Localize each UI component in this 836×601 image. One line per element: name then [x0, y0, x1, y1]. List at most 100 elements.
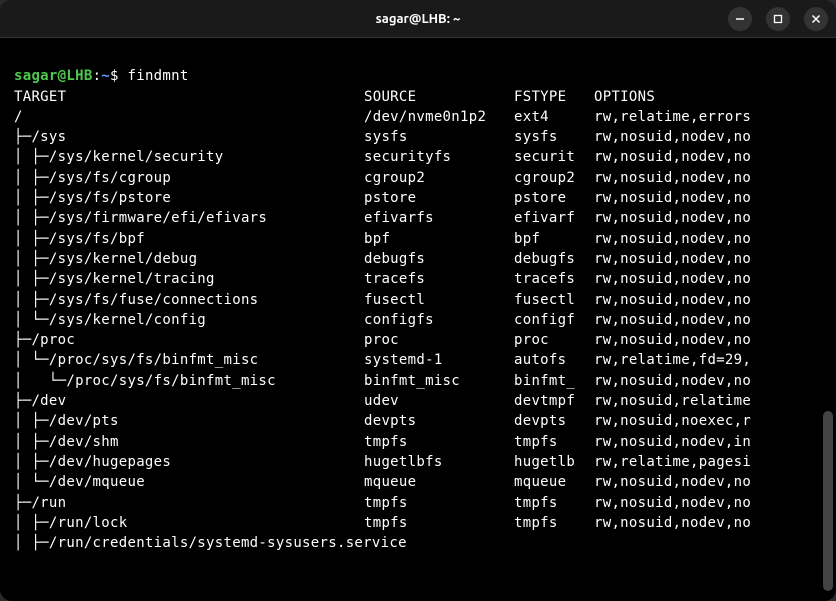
- maximize-button[interactable]: [766, 7, 790, 31]
- cell-fstype: securit: [514, 147, 594, 167]
- cell-source: tracefs: [364, 269, 514, 289]
- cell-target: ├─/sys: [14, 127, 364, 147]
- cell-target: │ ├─/sys/fs/fuse/connections: [14, 290, 364, 310]
- cell-source: debugfs: [364, 249, 514, 269]
- cell-source: devpts: [364, 411, 514, 431]
- output-row: │ ├─/sys/fs/fuse/connectionsfusectlfusec…: [14, 290, 822, 310]
- cell-target: /: [14, 107, 364, 127]
- header-fstype: FSTYPE: [514, 87, 594, 107]
- output-row: │ ├─/run/locktmpfstmpfsrw,nosuid,nodev,n…: [14, 513, 822, 533]
- cell-fstype: proc: [514, 330, 594, 350]
- maximize-icon: [773, 14, 783, 24]
- cell-options: rw,nosuid,nodev,no: [594, 188, 822, 208]
- cell-target: │ ├─/sys/firmware/efi/efivars: [14, 208, 364, 228]
- cell-source: systemd-1: [364, 350, 514, 370]
- cell-options: rw,nosuid,nodev,no: [594, 310, 822, 330]
- output-row: ├─/devudevdevtmpfrw,nosuid,relatime: [14, 391, 822, 411]
- window-controls: [728, 7, 828, 31]
- cell-options: rw,relatime,errors: [594, 107, 822, 127]
- cell-fstype: debugfs: [514, 249, 594, 269]
- prompt-colon: :: [93, 68, 102, 84]
- cell-fstype: efivarf: [514, 208, 594, 228]
- cell-source: /dev/nvme0n1p2: [364, 107, 514, 127]
- cell-fstype: hugetlb: [514, 452, 594, 472]
- cell-fstype: binfmt_: [514, 371, 594, 391]
- output-row: ├─/procprocprocrw,nosuid,nodev,no: [14, 330, 822, 350]
- cell-fstype: sysfs: [514, 127, 594, 147]
- header-source: SOURCE: [364, 87, 514, 107]
- cell-target: │ └─/proc/sys/fs/binfmt_misc: [14, 350, 364, 370]
- cell-source: proc: [364, 330, 514, 350]
- cell-target: │ ├─/sys/fs/pstore: [14, 188, 364, 208]
- cell-target: ├─/dev: [14, 391, 364, 411]
- output-row: │ ├─/sys/fs/pstorepstorepstorerw,nosuid,…: [14, 188, 822, 208]
- close-icon: [811, 14, 821, 24]
- cell-source: configfs: [364, 310, 514, 330]
- cell-options: rw,nosuid,noexec,r: [594, 411, 822, 431]
- output-row: //dev/nvme0n1p2ext4rw,relatime,errors: [14, 107, 822, 127]
- cell-target: │ └─/dev/mqueue: [14, 472, 364, 492]
- cell-options: rw,nosuid,relatime: [594, 391, 822, 411]
- cell-source: efivarfs: [364, 208, 514, 228]
- cell-options: rw,nosuid,nodev,no: [594, 472, 822, 492]
- output-row: │ ├─/sys/fs/bpfbpfbpfrw,nosuid,nodev,no: [14, 229, 822, 249]
- output-row: │ ├─/dev/hugepageshugetlbfshugetlbrw,rel…: [14, 452, 822, 472]
- cell-fstype: [514, 533, 594, 553]
- output-row: │ ├─/sys/firmware/efi/efivarsefivarfsefi…: [14, 208, 822, 228]
- cell-fstype: mqueue: [514, 472, 594, 492]
- cell-source: hugetlbfs: [364, 452, 514, 472]
- cell-target: │ ├─/run/lock: [14, 513, 364, 533]
- cell-target: ├─/proc: [14, 330, 364, 350]
- command-text: findmnt: [128, 68, 189, 84]
- cell-fstype: configf: [514, 310, 594, 330]
- prompt-path: ~: [101, 68, 110, 84]
- output-row: │ └─/proc/sys/fs/binfmt_miscbinfmt_miscb…: [14, 371, 822, 391]
- output-row: ├─/syssysfssysfsrw,nosuid,nodev,no: [14, 127, 822, 147]
- output-row: │ ├─/sys/kernel/tracingtracefstracefsrw,…: [14, 269, 822, 289]
- terminal-body[interactable]: sagar@LHB:~$ findmnt TARGETSOURCEFSTYPEO…: [0, 38, 836, 601]
- cell-source: cgroup2: [364, 168, 514, 188]
- cell-target: │ ├─/sys/kernel/security: [14, 147, 364, 167]
- titlebar: sagar@LHB: ~: [0, 0, 836, 38]
- cell-options: rw,relatime,pagesi: [594, 452, 822, 472]
- close-button[interactable]: [804, 7, 828, 31]
- terminal-window: sagar@LHB: ~ sagar@LHB:~$ findmnt TARGET…: [0, 0, 836, 601]
- cell-options: rw,nosuid,nodev,no: [594, 208, 822, 228]
- cell-fstype: fusectl: [514, 290, 594, 310]
- cell-fstype: devtmpf: [514, 391, 594, 411]
- output-row: │ ├─/dev/ptsdevptsdevptsrw,nosuid,noexec…: [14, 411, 822, 431]
- header-row: TARGETSOURCEFSTYPEOPTIONS: [14, 87, 822, 107]
- cell-target: │ ├─/dev/hugepages: [14, 452, 364, 472]
- cell-options: rw,nosuid,nodev,no: [594, 249, 822, 269]
- output-row: │ ├─/sys/fs/cgroupcgroup2cgroup2rw,nosui…: [14, 168, 822, 188]
- output-row: │ ├─/sys/kernel/debugdebugfsdebugfsrw,no…: [14, 249, 822, 269]
- cell-source: pstore: [364, 188, 514, 208]
- cell-target: │ └─/proc/sys/fs/binfmt_misc: [14, 371, 364, 391]
- output-row: │ ├─/run/credentials/systemd-sysusers.se…: [14, 533, 822, 553]
- cell-fstype: tmpfs: [514, 513, 594, 533]
- cell-source: securityfs: [364, 147, 514, 167]
- cell-options: rw,nosuid,nodev,no: [594, 290, 822, 310]
- prompt-user: sagar@LHB: [14, 68, 93, 84]
- cell-fstype: tmpfs: [514, 432, 594, 452]
- cell-fstype: cgroup2: [514, 168, 594, 188]
- cell-target: │ ├─/sys/fs/bpf: [14, 229, 364, 249]
- cell-fstype: autofs: [514, 350, 594, 370]
- cell-fstype: devpts: [514, 411, 594, 431]
- header-target: TARGET: [14, 87, 364, 107]
- cell-target: │ ├─/sys/kernel/debug: [14, 249, 364, 269]
- cell-source: sysfs: [364, 127, 514, 147]
- cell-options: rw,nosuid,nodev,no: [594, 493, 822, 513]
- scrollbar[interactable]: [823, 411, 833, 591]
- cell-options: rw,nosuid,nodev,no: [594, 330, 822, 350]
- output-row: │ ├─/dev/shmtmpfstmpfsrw,nosuid,nodev,in: [14, 432, 822, 452]
- cell-source: fusectl: [364, 290, 514, 310]
- prompt-dollar: $: [110, 68, 127, 84]
- cell-fstype: ext4: [514, 107, 594, 127]
- minimize-button[interactable]: [728, 7, 752, 31]
- cell-fstype: tracefs: [514, 269, 594, 289]
- header-options: OPTIONS: [594, 87, 822, 107]
- cell-options: rw,nosuid,nodev,no: [594, 269, 822, 289]
- cell-target: ├─/run: [14, 493, 364, 513]
- cell-options: rw,nosuid,nodev,no: [594, 147, 822, 167]
